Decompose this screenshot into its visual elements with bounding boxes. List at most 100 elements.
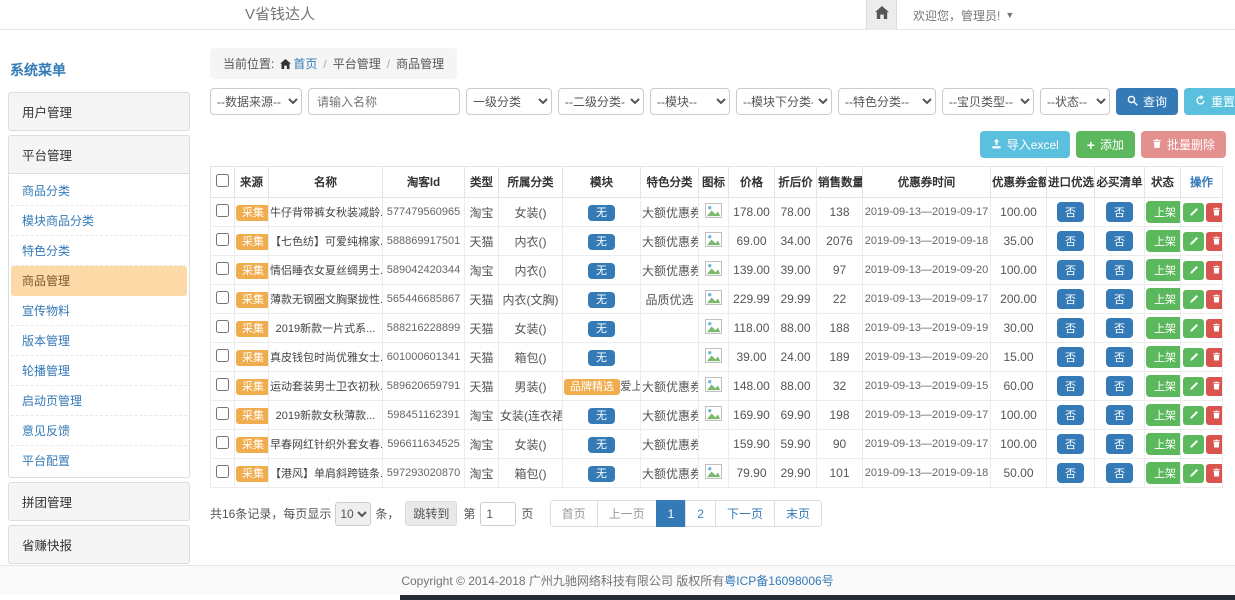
sidebar-section-省赚快报[interactable]: 省赚快报 <box>8 525 190 564</box>
row-checkbox[interactable] <box>216 378 229 391</box>
row-checkbox[interactable] <box>216 349 229 362</box>
edit-button[interactable] <box>1183 406 1204 425</box>
edit-button[interactable] <box>1183 261 1204 280</box>
edit-button[interactable] <box>1183 290 1204 309</box>
import-excel-button[interactable]: 导入excel <box>980 131 1070 158</box>
select-all-checkbox[interactable] <box>216 174 229 187</box>
delete-button[interactable] <box>1206 261 1223 280</box>
delete-button[interactable] <box>1206 319 1223 338</box>
must-buy-toggle-button[interactable]: 否 <box>1106 376 1133 396</box>
must-buy-toggle-button[interactable]: 否 <box>1106 289 1133 309</box>
name-search-input[interactable] <box>308 88 460 115</box>
filter-select-2[interactable]: --二级分类-- <box>558 88 644 115</box>
delete-button[interactable] <box>1206 464 1223 483</box>
sidebar-item-意见反馈[interactable]: 意见反馈 <box>11 416 187 446</box>
delete-button[interactable] <box>1206 348 1223 367</box>
sidebar-item-宣传物料[interactable]: 宣传物料 <box>11 296 187 326</box>
page-button-2[interactable]: 2 <box>685 500 716 527</box>
edit-button[interactable] <box>1183 377 1204 396</box>
status-button[interactable]: 上架 <box>1146 201 1181 223</box>
row-checkbox[interactable] <box>216 407 229 420</box>
status-button[interactable]: 上架 <box>1146 346 1181 368</box>
row-checkbox[interactable] <box>216 436 229 449</box>
filter-select-4[interactable]: --模块下分类-- <box>736 88 832 115</box>
edit-button[interactable] <box>1183 435 1204 454</box>
filter-select-1[interactable]: 一级分类 <box>466 88 552 115</box>
filter-select-7[interactable]: --状态-- <box>1040 88 1110 115</box>
sidebar-item-启动页管理[interactable]: 启动页管理 <box>11 386 187 416</box>
delete-button[interactable] <box>1206 290 1223 309</box>
page-button-首页[interactable]: 首页 <box>550 500 598 527</box>
row-checkbox[interactable] <box>216 320 229 333</box>
filter-select-3[interactable]: --模块-- <box>650 88 730 115</box>
must-buy-toggle-button[interactable]: 否 <box>1106 260 1133 280</box>
import-toggle-button[interactable]: 否 <box>1057 202 1084 222</box>
filter-select-6[interactable]: --宝贝类型-- <box>942 88 1034 115</box>
import-toggle-button[interactable]: 否 <box>1057 318 1084 338</box>
delete-button[interactable] <box>1206 377 1223 396</box>
import-toggle-button[interactable]: 否 <box>1057 405 1084 425</box>
import-toggle-button[interactable]: 否 <box>1057 376 1084 396</box>
must-buy-toggle-button[interactable]: 否 <box>1106 405 1133 425</box>
edit-button[interactable] <box>1183 203 1204 222</box>
breadcrumb-home-link[interactable]: 首页 <box>293 57 317 71</box>
page-button-上一页[interactable]: 上一页 <box>597 500 657 527</box>
sidebar-item-特色分类[interactable]: 特色分类 <box>11 236 187 266</box>
must-buy-toggle-button[interactable]: 否 <box>1106 231 1133 251</box>
jump-button[interactable]: 跳转到 <box>405 501 457 526</box>
sidebar-section-platform[interactable]: 平台管理 商品分类模块商品分类特色分类商品管理宣传物料版本管理轮播管理启动页管理… <box>8 135 190 478</box>
row-checkbox[interactable] <box>216 465 229 478</box>
batch-delete-button[interactable]: 批量删除 <box>1141 131 1226 158</box>
status-button[interactable]: 上架 <box>1146 288 1181 310</box>
status-button[interactable]: 上架 <box>1146 230 1181 252</box>
sidebar-item-平台配置[interactable]: 平台配置 <box>11 446 187 475</box>
delete-button[interactable] <box>1206 203 1223 222</box>
sidebar-item-模块商品分类[interactable]: 模块商品分类 <box>11 206 187 236</box>
import-toggle-button[interactable]: 否 <box>1057 289 1084 309</box>
status-button[interactable]: 上架 <box>1146 375 1181 397</box>
page-button-下一页[interactable]: 下一页 <box>715 500 775 527</box>
delete-button[interactable] <box>1206 232 1223 251</box>
delete-button[interactable] <box>1206 406 1223 425</box>
sidebar-item-商品管理[interactable]: 商品管理 <box>11 266 187 296</box>
filter-select-0[interactable]: --数据来源-- <box>210 88 302 115</box>
must-buy-toggle-button[interactable]: 否 <box>1106 434 1133 454</box>
import-toggle-button[interactable]: 否 <box>1057 463 1084 483</box>
row-checkbox[interactable] <box>216 262 229 275</box>
must-buy-toggle-button[interactable]: 否 <box>1106 347 1133 367</box>
status-button[interactable]: 上架 <box>1146 404 1181 426</box>
must-buy-toggle-button[interactable]: 否 <box>1106 202 1133 222</box>
page-button-1[interactable]: 1 <box>656 500 687 527</box>
edit-button[interactable] <box>1183 319 1204 338</box>
import-toggle-button[interactable]: 否 <box>1057 231 1084 251</box>
page-button-末页[interactable]: 末页 <box>774 500 822 527</box>
edit-button[interactable] <box>1183 348 1204 367</box>
delete-button[interactable] <box>1206 435 1223 454</box>
status-button[interactable]: 上架 <box>1146 317 1181 339</box>
add-button[interactable]: + 添加 <box>1076 131 1135 158</box>
import-toggle-button[interactable]: 否 <box>1057 434 1084 454</box>
row-checkbox[interactable] <box>216 291 229 304</box>
reset-button[interactable]: 重置 <box>1184 88 1235 115</box>
status-button[interactable]: 上架 <box>1146 259 1181 281</box>
must-buy-toggle-button[interactable]: 否 <box>1106 318 1133 338</box>
search-button[interactable]: 查询 <box>1116 88 1178 115</box>
import-toggle-button[interactable]: 否 <box>1057 347 1084 367</box>
must-buy-toggle-button[interactable]: 否 <box>1106 463 1133 483</box>
filter-select-5[interactable]: --特色分类-- <box>838 88 936 115</box>
sidebar-section-users[interactable]: 用户管理 <box>8 92 190 131</box>
home-button[interactable] <box>866 0 897 30</box>
row-checkbox[interactable] <box>216 233 229 246</box>
sidebar-item-商品分类[interactable]: 商品分类 <box>11 176 187 206</box>
status-button[interactable]: 上架 <box>1146 462 1181 484</box>
row-checkbox[interactable] <box>216 204 229 217</box>
edit-button[interactable] <box>1183 464 1204 483</box>
icp-link[interactable]: 粤ICP备16098006号 <box>724 574 833 588</box>
user-menu[interactable]: 欢迎您，管理员! ▼ <box>913 7 1014 24</box>
sidebar-section-拼团管理[interactable]: 拼团管理 <box>8 482 190 521</box>
sidebar-item-轮播管理[interactable]: 轮播管理 <box>11 356 187 386</box>
status-button[interactable]: 上架 <box>1146 433 1181 455</box>
import-toggle-button[interactable]: 否 <box>1057 260 1084 280</box>
page-number-input[interactable] <box>480 502 516 526</box>
sidebar-item-版本管理[interactable]: 版本管理 <box>11 326 187 356</box>
